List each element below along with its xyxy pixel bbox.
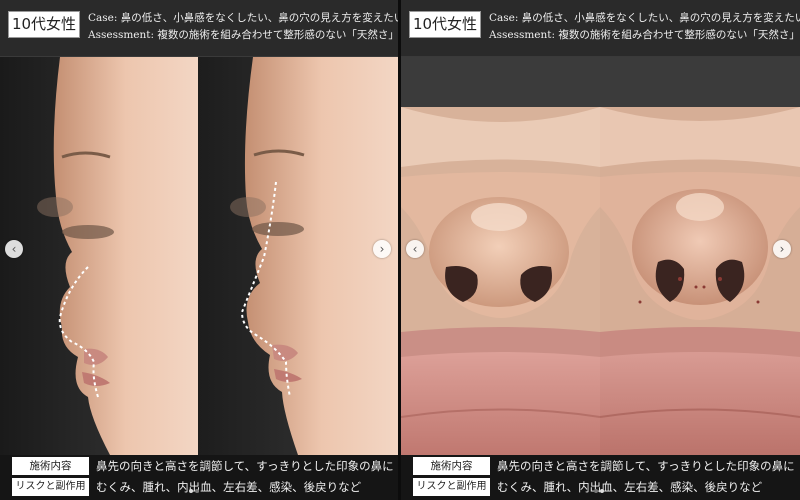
photo-after bbox=[600, 57, 800, 455]
treatment-text: 鼻先の向きと高さを調節して、すっきりとした印象の鼻に bbox=[497, 459, 795, 473]
slide-dot[interactable] bbox=[189, 489, 193, 493]
slide-side-profile: 10代女性 Case: 鼻の低さ、小鼻感をなくしたい、鼻の穴の見え方を変えたい … bbox=[0, 0, 398, 500]
next-slide-button[interactable]: › bbox=[773, 240, 791, 258]
treatment-label: 施術内容 bbox=[12, 457, 89, 475]
treatment-label: 施術内容 bbox=[413, 457, 490, 475]
risk-label: リスクと副作用 bbox=[413, 478, 490, 496]
risk-text: むくみ、腫れ、内出血、左右差、感染、後戻りなど bbox=[96, 480, 362, 494]
chevron-left-icon: ‹ bbox=[412, 242, 418, 256]
slide-dots bbox=[188, 478, 200, 493]
next-slide-button[interactable]: › bbox=[373, 240, 391, 258]
chevron-right-icon: › bbox=[379, 242, 385, 256]
photo-after bbox=[198, 57, 398, 455]
risk-text: むくみ、腫れ、内出血、左右差、感染、後戻りなど bbox=[497, 480, 763, 494]
slide-dot[interactable] bbox=[594, 489, 598, 493]
photo-before bbox=[0, 57, 198, 455]
case-header: 10代女性 Case: 鼻の低さ、小鼻感をなくしたい、鼻の穴の見え方を変えたい … bbox=[0, 0, 398, 57]
prev-slide-button[interactable]: ‹ bbox=[5, 240, 23, 258]
risk-label: リスクと副作用 bbox=[12, 478, 89, 496]
age-badge: 10代女性 bbox=[409, 11, 481, 38]
photo-before bbox=[401, 57, 600, 455]
before-after-gallery: 10代女性 Case: 鼻の低さ、小鼻感をなくしたい、鼻の穴の見え方を変えたい … bbox=[0, 0, 800, 500]
case-header: 10代女性 Case: 鼻の低さ、小鼻感をなくしたい、鼻の穴の見え方を変えたい … bbox=[401, 0, 800, 57]
case-text: Case: 鼻の低さ、小鼻感をなくしたい、鼻の穴の見え方を変えたい bbox=[489, 12, 800, 24]
slide-dot[interactable] bbox=[195, 489, 199, 493]
slide-nostril-view: 10代女性 Case: 鼻の低さ、小鼻感をなくしたい、鼻の穴の見え方を変えたい … bbox=[401, 0, 800, 500]
treatment-text: 鼻先の向きと高さを調節して、すっきりとした印象の鼻に bbox=[96, 459, 394, 473]
slide-dots bbox=[593, 478, 605, 493]
chevron-right-icon: › bbox=[779, 242, 785, 256]
assessment-text: Assessment: 複数の施術を組み合わせて整形感のない「天然さ」を実現 bbox=[489, 29, 800, 41]
age-badge: 10代女性 bbox=[8, 11, 80, 38]
prev-slide-button[interactable]: ‹ bbox=[406, 240, 424, 258]
chevron-left-icon: ‹ bbox=[11, 242, 17, 256]
assessment-text: Assessment: 複数の施術を組み合わせて整形感のない「天然さ」を実現 bbox=[88, 29, 398, 41]
case-text: Case: 鼻の低さ、小鼻感をなくしたい、鼻の穴の見え方を変えたい bbox=[88, 12, 398, 24]
slide-dot[interactable] bbox=[600, 489, 604, 493]
